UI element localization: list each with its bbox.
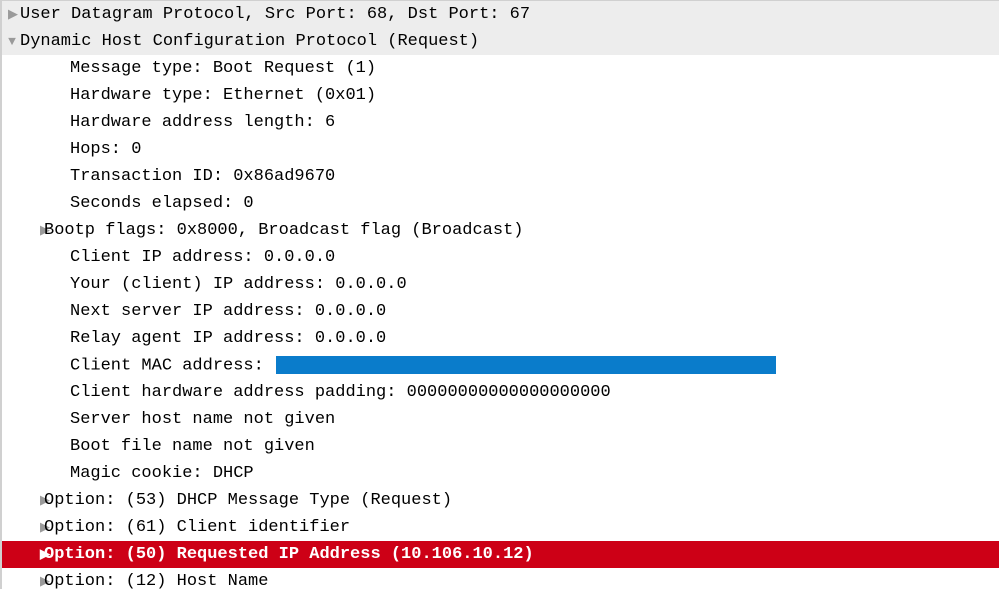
field-transaction-id[interactable]: Transaction ID: 0x86ad9670 [2,163,999,190]
row-text: Client IP address: 0.0.0.0 [2,248,335,267]
protocol-row-udp[interactable]: ▶ User Datagram Protocol, Src Port: 68, … [2,1,999,28]
row-text: User Datagram Protocol, Src Port: 68, Ds… [20,5,530,24]
field-client-hw-padding[interactable]: Client hardware address padding: 0000000… [2,379,999,406]
row-text: Message type: Boot Request (1) [2,59,376,78]
chevron-right-icon: ▶ [2,574,40,589]
field-client-ip[interactable]: Client IP address: 0.0.0.0 [2,244,999,271]
row-text: Seconds elapsed: 0 [2,194,254,213]
row-text: Hops: 0 [2,140,141,159]
row-text: Your (client) IP address: 0.0.0.0 [2,275,407,294]
row-text: Bootp flags: 0x8000, Broadcast flag (Bro… [44,221,523,240]
field-bootp-flags[interactable]: ▶ Bootp flags: 0x8000, Broadcast flag (B… [2,217,999,244]
field-magic-cookie[interactable]: Magic cookie: DHCP [2,460,999,487]
field-server-host[interactable]: Server host name not given [2,406,999,433]
field-hardware-addr-length[interactable]: Hardware address length: 6 [2,109,999,136]
row-text: Transaction ID: 0x86ad9670 [2,167,335,186]
chevron-down-icon: ▼ [2,34,16,49]
row-text: Client MAC address: [2,356,776,375]
row-text: Boot file name not given [2,437,315,456]
row-text: Magic cookie: DHCP [2,464,254,483]
field-your-ip[interactable]: Your (client) IP address: 0.0.0.0 [2,271,999,298]
field-hardware-type[interactable]: Hardware type: Ethernet (0x01) [2,82,999,109]
protocol-row-dhcp[interactable]: ▼ Dynamic Host Configuration Protocol (R… [2,28,999,55]
field-option-61[interactable]: ▶ Option: (61) Client identifier [2,514,999,541]
row-text: Dynamic Host Configuration Protocol (Req… [20,32,479,51]
field-seconds-elapsed[interactable]: Seconds elapsed: 0 [2,190,999,217]
row-text: Option: (50) Requested IP Address (10.10… [44,545,534,564]
field-message-type[interactable]: Message type: Boot Request (1) [2,55,999,82]
label: Client MAC address: [70,356,274,375]
row-text: Option: (53) DHCP Message Type (Request) [44,491,452,510]
redacted-mac [276,356,776,374]
field-boot-file[interactable]: Boot file name not given [2,433,999,460]
row-text: Next server IP address: 0.0.0.0 [2,302,386,321]
row-text: Hardware address length: 6 [2,113,335,132]
field-client-mac[interactable]: Client MAC address: [2,352,999,379]
field-hops[interactable]: Hops: 0 [2,136,999,163]
field-option-50-selected[interactable]: ▶ Option: (50) Requested IP Address (10.… [2,541,999,568]
field-relay-ip[interactable]: Relay agent IP address: 0.0.0.0 [2,325,999,352]
row-text: Option: (12) Host Name [44,572,268,591]
row-text: Server host name not given [2,410,335,429]
chevron-right-icon: ▶ [2,547,40,562]
field-option-12[interactable]: ▶ Option: (12) Host Name [2,568,999,595]
chevron-right-icon: ▶ [2,493,40,508]
chevron-right-icon: ▶ [2,520,40,535]
row-text: Option: (61) Client identifier [44,518,350,537]
field-next-server-ip[interactable]: Next server IP address: 0.0.0.0 [2,298,999,325]
chevron-right-icon: ▶ [2,223,40,238]
chevron-right-icon: ▶ [2,7,16,22]
row-text: Client hardware address padding: 0000000… [2,383,611,402]
row-text: Hardware type: Ethernet (0x01) [2,86,376,105]
field-option-53[interactable]: ▶ Option: (53) DHCP Message Type (Reques… [2,487,999,514]
row-text: Relay agent IP address: 0.0.0.0 [2,329,386,348]
